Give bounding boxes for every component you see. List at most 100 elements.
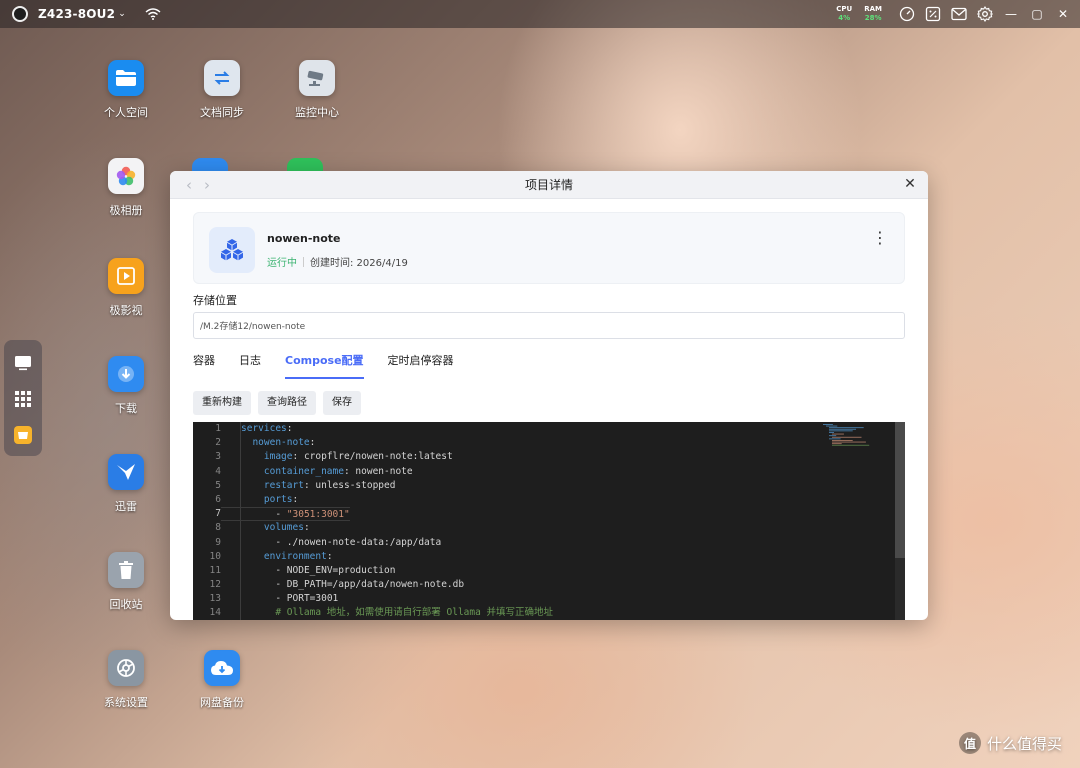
hidden-app-icon[interactable] [192,158,228,172]
minimize-button[interactable]: — [998,0,1024,28]
desktop-icon-download[interactable]: 下载 [78,356,174,416]
device-name[interactable]: Z423-8OU2 [38,7,115,21]
code-line[interactable]: 4 container_name: nowen-note [193,465,905,479]
code-key: image [263,451,293,463]
video-icon [108,258,144,294]
code-text: restart: unless-stopped [221,479,396,493]
close-window-button[interactable]: ✕ [1050,0,1076,28]
code-lines: 1 services: 2 nowen-note: 3 image: cropflre… [193,422,905,620]
line-number: 1 [215,423,221,434]
code-line[interactable]: 12 - DB_PATH=/app/data/nowen-note.db [193,578,905,592]
watermark-text: 什么值得买 [986,734,1062,753]
code-value: ./nowen-note-data:/app/data [286,536,442,548]
settings-icon [108,650,144,686]
compose-code-editor[interactable]: 1 services: 2 nowen-note: 3 image: cropflre… [193,422,905,620]
tab-scheduled-start-stop[interactable]: 定时启停容器 [388,351,454,379]
query-path-button[interactable]: 查询路径 [258,391,316,415]
rebuild-button[interactable]: 重新构建 [193,391,251,415]
desktop-icon[interactable] [8,348,38,378]
cpu-meter[interactable]: CPU 4% [836,5,852,23]
minimap-line [829,438,841,440]
side-dock [4,340,42,456]
divider [303,256,304,267]
code-key: - [275,536,287,548]
storage-path-field[interactable]: /M.2存储12/nowen-note [193,312,905,339]
code-line[interactable]: 2 nowen-note: [193,436,905,450]
speedometer-icon[interactable] [894,0,920,28]
chevron-down-icon[interactable]: ⌄ [118,9,126,19]
desktop-icon-monitor-center[interactable]: 监控中心 [269,60,365,120]
minimap-line [829,435,837,437]
save-button[interactable]: 保存 [323,391,361,415]
ram-meter[interactable]: RAM 28% [864,5,882,23]
download-icon [108,356,144,392]
thunder-icon [108,454,144,490]
window-title-bar[interactable]: ‹ › 项目详情 ✕ [170,171,928,199]
app-grid-icon[interactable] [8,384,38,414]
code-line[interactable]: 1 services: [193,422,905,436]
code-line[interactable]: 13 - PORT=3001 [193,592,905,606]
maximize-button[interactable]: ▢ [1024,0,1050,28]
wifi-icon[interactable] [144,7,162,21]
code-line[interactable]: 11 - NODE_ENV=production [193,564,905,578]
code-line[interactable]: 9 - ./nowen-note-data:/app/data [193,536,905,550]
minimap-line [826,425,838,427]
created-time: 创建时间: 2026/4/19 [310,258,408,269]
watermark: 值 什么值得买 [958,732,1062,754]
code-text: - "3051:3001" [221,507,350,522]
desktop-icon-photos[interactable]: 极相册 [78,158,174,218]
hidden-app-icon[interactable] [287,158,323,172]
code-line[interactable]: 6 ports: [193,493,905,507]
tab-container[interactable]: 容器 [193,351,215,379]
code-separator: : [292,493,299,505]
trash-icon [108,552,144,588]
desktop-icon-trash[interactable]: 回收站 [78,552,174,612]
code-value: PORT=3001 [286,593,339,605]
project-card: nowen-note 运行中 创建时间: 2026/4/19 ⋮ [193,212,905,284]
forward-button[interactable]: › [198,176,216,194]
desktop-icon-cloud-backup[interactable]: 网盘备份 [174,650,270,710]
gear-icon[interactable] [972,0,998,28]
code-text: - NODE_ENV=production [221,564,395,578]
code-line[interactable]: 14 # Ollama 地址，如需使用请自行部署 Ollama 并填写正确地址 [193,606,905,620]
code-line[interactable]: 8 volumes: [193,521,905,535]
device-logo-icon[interactable] [12,6,28,22]
scrollbar-thumb[interactable] [895,422,905,558]
desktop-icon-settings[interactable]: 系统设置 [78,650,174,710]
tab-logs[interactable]: 日志 [239,351,261,379]
project-name: nowen-note [267,232,341,245]
code-separator: : [286,423,293,434]
more-options-icon[interactable]: ⋮ [872,230,888,246]
minimap-line [832,444,870,446]
code-text: ports: [221,493,298,507]
cubes-icon [209,227,255,273]
percent-icon[interactable] [920,0,946,28]
line-number: 3 [215,451,221,463]
mail-icon[interactable] [946,0,972,28]
code-line[interactable]: 5 restart: unless-stopped [193,479,905,493]
desktop-icon-personal-space[interactable]: 个人空间 [78,60,174,120]
line-number: 7 [215,508,221,520]
code-key: - [275,593,287,605]
line-number: 8 [215,522,221,534]
code-line[interactable]: 7 - "3051:3001" [193,507,905,522]
code-minimap[interactable] [823,424,893,448]
app-store-icon[interactable] [8,420,38,450]
tab-compose-config[interactable]: Compose配置 [285,351,364,379]
desktop-icon-thunder[interactable]: 迅雷 [78,454,174,514]
code-value: nowen-note [355,465,413,477]
code-value: cropflre/nowen-note:latest [303,451,453,463]
desktop-icon-video[interactable]: 极影视 [78,258,174,318]
editor-scrollbar[interactable] [895,422,905,620]
close-icon[interactable]: ✕ [902,176,918,192]
back-button[interactable]: ‹ [180,176,198,194]
code-line[interactable]: 10 environment: [193,550,905,564]
desktop-icon-doc-sync[interactable]: 文档同步 [174,60,270,120]
code-text: - DB_PATH=/app/data/nowen-note.db [221,578,464,592]
code-line[interactable]: 3 image: cropflre/nowen-note:latest [193,450,905,464]
